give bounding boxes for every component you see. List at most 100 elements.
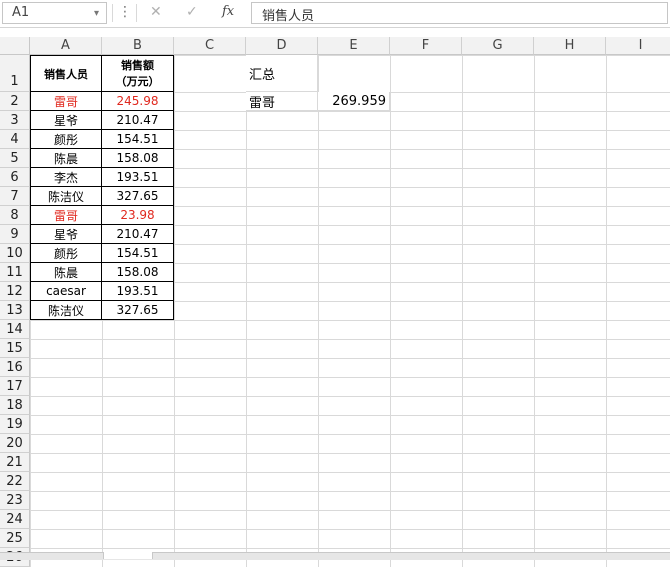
cell-b1-line-1: 销售额 bbox=[121, 58, 154, 72]
cell-b10-value[interactable]: 154.51 bbox=[102, 244, 174, 263]
cell-b3-value[interactable]: 210.47 bbox=[102, 111, 174, 130]
row-header-8[interactable]: 8 bbox=[0, 206, 30, 225]
formula-bar: A1 ▾ ⋮ ✕ ✓ fx 销售人员 bbox=[0, 0, 670, 28]
row-header-12[interactable]: 12 bbox=[0, 282, 30, 301]
cell-b8-value[interactable]: 23.98 bbox=[102, 206, 174, 225]
cell-b5-value[interactable]: 158.08 bbox=[102, 149, 174, 168]
cell-a9-name[interactable]: 星爷 bbox=[30, 225, 102, 244]
cell-a5-name[interactable]: 陈晨 bbox=[30, 149, 102, 168]
gridline-vertical bbox=[606, 37, 607, 567]
cell-b6-value[interactable]: 193.51 bbox=[102, 168, 174, 187]
gridline-horizontal bbox=[0, 396, 670, 397]
gridline-horizontal bbox=[0, 529, 670, 530]
row-header-23[interactable]: 23 bbox=[0, 491, 30, 510]
row-header-2[interactable]: 2 bbox=[0, 92, 30, 111]
column-header-e[interactable]: E bbox=[318, 37, 390, 55]
row-header-22[interactable]: 22 bbox=[0, 472, 30, 491]
cell-b7-value[interactable]: 327.65 bbox=[102, 187, 174, 206]
gridline-horizontal bbox=[0, 377, 670, 378]
row-header-14[interactable]: 14 bbox=[0, 320, 30, 339]
row-header-7[interactable]: 7 bbox=[0, 187, 30, 206]
cell-b12-value[interactable]: 193.51 bbox=[102, 282, 174, 301]
cell-d2-summary-name[interactable]: 雷哥 bbox=[246, 92, 318, 111]
cell-a12-name[interactable]: caesar bbox=[30, 282, 102, 301]
row-header-13[interactable]: 13 bbox=[0, 301, 30, 320]
row-header-6[interactable]: 6 bbox=[0, 168, 30, 187]
name-box-value: A1 bbox=[12, 5, 30, 20]
row-header-24[interactable]: 24 bbox=[0, 510, 30, 529]
cell-a10-name[interactable]: 颜彤 bbox=[30, 244, 102, 263]
gridline-vertical bbox=[534, 37, 535, 567]
row-header-25[interactable]: 25 bbox=[0, 529, 30, 548]
gridline-horizontal bbox=[0, 358, 670, 359]
cell-a7-name[interactable]: 陈洁仪 bbox=[30, 187, 102, 206]
row-header-10[interactable]: 10 bbox=[0, 244, 30, 263]
cell-b9-value[interactable]: 210.47 bbox=[102, 225, 174, 244]
row-header-11[interactable]: 11 bbox=[0, 263, 30, 282]
cell-e2-summary-value[interactable]: 269.959 bbox=[318, 92, 390, 111]
cell-b11-value[interactable]: 158.08 bbox=[102, 263, 174, 282]
column-header-c[interactable]: C bbox=[174, 37, 246, 55]
cell-a8-name[interactable]: 雷哥 bbox=[30, 206, 102, 225]
cell-b1-header[interactable]: 销售额 （万元） bbox=[102, 55, 174, 92]
row-header-4[interactable]: 4 bbox=[0, 130, 30, 149]
column-header-i[interactable]: I bbox=[606, 37, 670, 55]
row-header-3[interactable]: 3 bbox=[0, 111, 30, 130]
insert-function-icon[interactable]: fx bbox=[222, 4, 234, 19]
divider bbox=[112, 4, 113, 22]
gridline-horizontal bbox=[0, 548, 670, 549]
column-header-g[interactable]: G bbox=[462, 37, 534, 55]
gridline-horizontal bbox=[0, 453, 670, 454]
chevron-down-icon[interactable]: ▾ bbox=[94, 8, 99, 19]
gridline-vertical bbox=[390, 37, 391, 567]
gridline-horizontal bbox=[0, 510, 670, 511]
column-header-h[interactable]: H bbox=[534, 37, 606, 55]
column-header-b[interactable]: B bbox=[102, 37, 174, 55]
row-header-21[interactable]: 21 bbox=[0, 453, 30, 472]
row-header-20[interactable]: 20 bbox=[0, 434, 30, 453]
cell-d1-summary-title[interactable]: 汇总 bbox=[246, 55, 318, 92]
column-header-d[interactable]: D bbox=[246, 37, 318, 55]
row-header-16[interactable]: 16 bbox=[0, 358, 30, 377]
row-header-19[interactable]: 19 bbox=[0, 415, 30, 434]
cell-a1-header[interactable]: 销售人员 bbox=[30, 55, 102, 92]
gridline-horizontal bbox=[0, 339, 670, 340]
gridline-horizontal bbox=[0, 434, 670, 435]
name-box[interactable]: A1 ▾ bbox=[2, 2, 107, 24]
select-all-corner[interactable] bbox=[0, 37, 30, 55]
gridline-horizontal bbox=[0, 320, 670, 321]
gridline-horizontal bbox=[0, 491, 670, 492]
cell-b13-value[interactable]: 327.65 bbox=[102, 301, 174, 320]
more-options-icon[interactable]: ⋮ bbox=[118, 4, 132, 20]
gridline-vertical bbox=[318, 37, 319, 567]
spreadsheet-grid[interactable]: A B C D E F G H I 1 2 3 4 5 6 7 8 9 10 11 12 13 14 15 16 17 18 19 20… bbox=[0, 37, 670, 567]
cell-b1-line-2: （万元） bbox=[115, 74, 160, 88]
cell-a6-name[interactable]: 李杰 bbox=[30, 168, 102, 187]
cell-a11-name[interactable]: 陈晨 bbox=[30, 263, 102, 282]
gridline-vertical bbox=[246, 37, 247, 567]
sheet-tab-active[interactable] bbox=[103, 552, 153, 559]
gridline-vertical bbox=[174, 37, 175, 567]
gridline-vertical bbox=[462, 37, 463, 567]
cell-a13-name[interactable]: 陈洁仪 bbox=[30, 301, 102, 320]
formula-value: 销售人员 bbox=[262, 9, 315, 24]
gridline-horizontal bbox=[0, 472, 670, 473]
cell-a4-name[interactable]: 颜彤 bbox=[30, 130, 102, 149]
divider bbox=[136, 4, 137, 22]
enter-icon[interactable]: ✓ bbox=[186, 4, 198, 20]
cancel-icon[interactable]: ✕ bbox=[150, 4, 162, 20]
cell-b2-value[interactable]: 245.98 bbox=[102, 92, 174, 111]
row-header-18[interactable]: 18 bbox=[0, 396, 30, 415]
row-header-1[interactable]: 1 bbox=[0, 55, 30, 92]
cell-b4-value[interactable]: 154.51 bbox=[102, 130, 174, 149]
column-header-a[interactable]: A bbox=[30, 37, 102, 55]
cell-a2-name[interactable]: 雷哥 bbox=[30, 92, 102, 111]
gridline-horizontal bbox=[0, 415, 670, 416]
formula-input[interactable]: 销售人员 bbox=[251, 2, 668, 24]
row-header-17[interactable]: 17 bbox=[0, 377, 30, 396]
row-header-15[interactable]: 15 bbox=[0, 339, 30, 358]
cell-a3-name[interactable]: 星爷 bbox=[30, 111, 102, 130]
row-header-5[interactable]: 5 bbox=[0, 149, 30, 168]
column-header-f[interactable]: F bbox=[390, 37, 462, 55]
row-header-9[interactable]: 9 bbox=[0, 225, 30, 244]
